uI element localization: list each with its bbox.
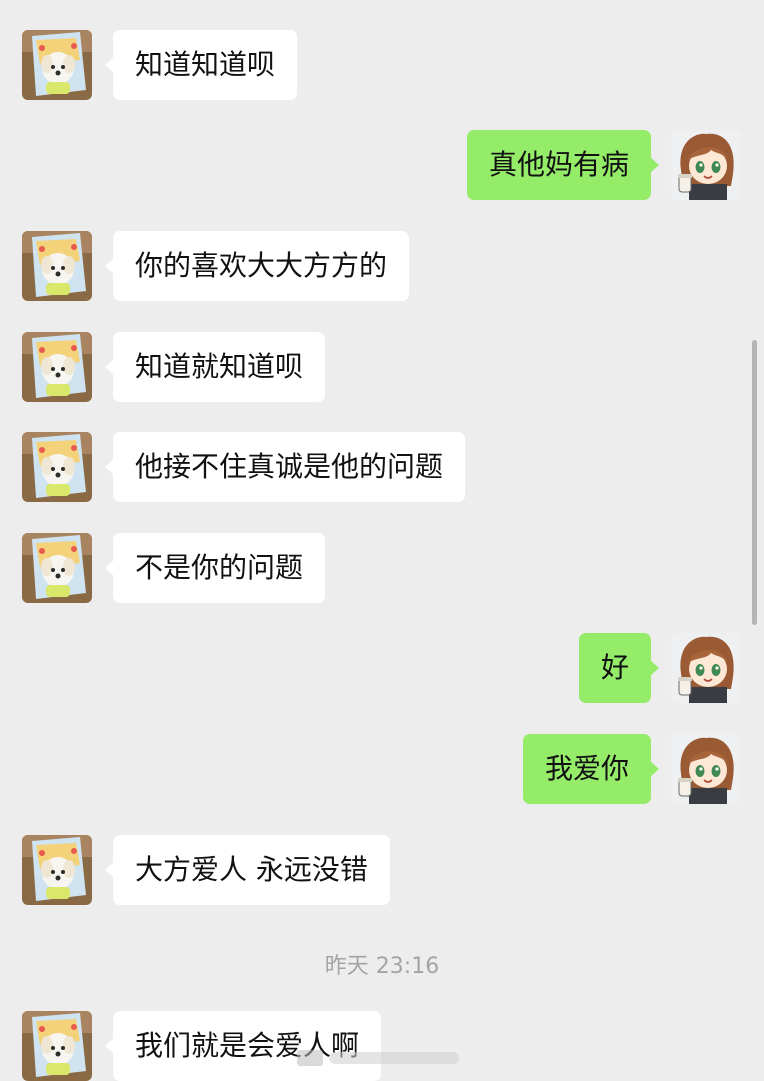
message-bubble-incoming[interactable]: 不是你的问题 [104, 533, 326, 603]
contact-avatar[interactable] [22, 30, 92, 100]
anime-avatar-icon [671, 633, 741, 703]
self-avatar[interactable] [671, 734, 741, 804]
puppy-avatar-icon [22, 1011, 92, 1081]
message-bubble-outgoing[interactable]: 我爱你 [522, 734, 660, 804]
puppy-avatar-icon [22, 231, 92, 301]
message-bubble-incoming[interactable]: 他接不住真诚是他的问题 [104, 432, 466, 502]
message-bubble-incoming[interactable]: 知道就知道呗 [104, 332, 326, 402]
message-timestamp: 昨天 23:16 [324, 954, 440, 979]
message-bubble-incoming[interactable]: 大方爱人 永远没错 [105, 835, 390, 905]
scrollbar-thumb[interactable] [752, 340, 757, 625]
watermark-logo [297, 1050, 459, 1066]
contact-avatar[interactable] [22, 231, 92, 301]
self-avatar[interactable] [671, 130, 741, 200]
anime-avatar-icon [671, 130, 741, 200]
message-bubble-incoming[interactable]: 知道知道呗 [104, 30, 298, 100]
puppy-avatar-icon [22, 30, 92, 100]
self-avatar[interactable] [671, 633, 741, 703]
puppy-avatar-icon [22, 835, 92, 905]
chat-window: 知道知道呗 真他妈有病 你的喜欢大大方方的 知道就知道呗 他接不住真诚是他的问题… [0, 0, 764, 1081]
puppy-avatar-icon [22, 432, 92, 502]
message-bubble-outgoing[interactable]: 好 [578, 633, 660, 703]
message-bubble-outgoing[interactable]: 真他妈有病 [466, 130, 660, 200]
contact-avatar[interactable] [22, 432, 92, 502]
contact-avatar[interactable] [22, 835, 92, 905]
anime-avatar-icon [671, 734, 741, 804]
puppy-avatar-icon [22, 332, 92, 402]
message-bubble-incoming[interactable]: 你的喜欢大大方方的 [104, 231, 410, 301]
contact-avatar[interactable] [22, 533, 92, 603]
puppy-avatar-icon [22, 533, 92, 603]
contact-avatar[interactable] [22, 332, 92, 402]
contact-avatar[interactable] [22, 1011, 92, 1081]
